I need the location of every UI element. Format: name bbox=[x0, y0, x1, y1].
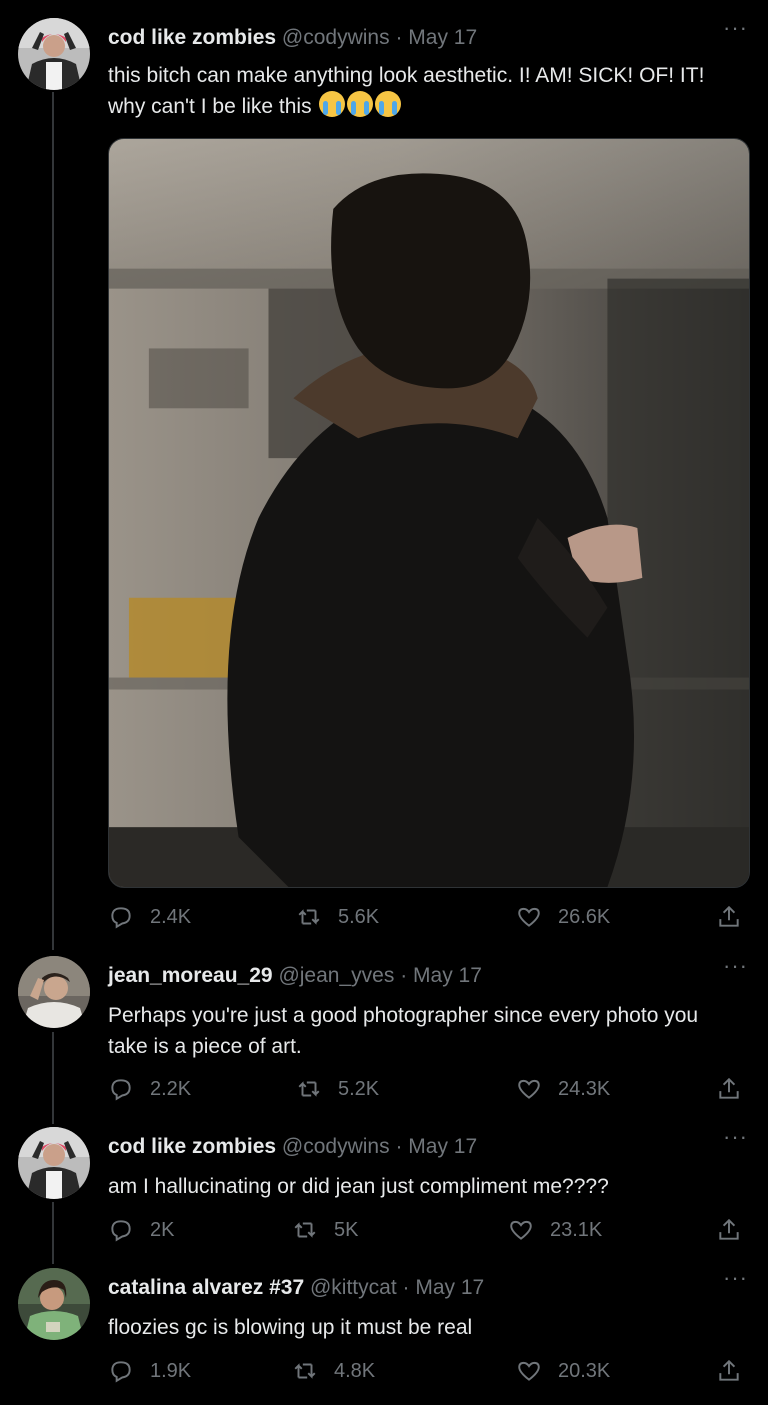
tweet-header: cod like zombies @codywins · May 17 bbox=[108, 1133, 477, 1161]
retweet-count: 5K bbox=[334, 1219, 359, 1241]
tweet-header: catalina alvarez #37 @kittycat · May 17 bbox=[108, 1274, 484, 1302]
like-count: 20.3K bbox=[558, 1360, 611, 1382]
avatar[interactable] bbox=[18, 956, 90, 1028]
user-handle[interactable]: @kittycat bbox=[310, 1276, 397, 1299]
heart-icon bbox=[518, 1361, 540, 1381]
display-name[interactable]: catalina alvarez #37 bbox=[108, 1276, 304, 1299]
emoji-icon bbox=[347, 91, 374, 117]
tweet-text-line: why can't I be like this bbox=[108, 91, 753, 122]
retweet-button[interactable]: 5K bbox=[292, 1217, 358, 1243]
user-handle[interactable]: @jean_yves bbox=[278, 964, 394, 987]
retweet-button[interactable]: 5.2K bbox=[296, 1076, 379, 1102]
tweet-text-line: am I hallucinating or did jean just comp… bbox=[108, 1175, 609, 1198]
more-options-icon[interactable]: ··· bbox=[723, 1126, 748, 1148]
heart-icon bbox=[518, 907, 540, 927]
user-handle[interactable]: @codywins bbox=[282, 26, 390, 49]
separator: · bbox=[400, 964, 408, 987]
separator: · bbox=[395, 1135, 403, 1158]
reply-count: 1.9K bbox=[150, 1360, 192, 1382]
share-icon bbox=[719, 905, 739, 927]
tweet-date[interactable]: May 17 bbox=[415, 1276, 484, 1299]
reply-button[interactable]: 2.2K bbox=[108, 1076, 191, 1102]
tweet-header: cod like zombies @codywins · May 17 bbox=[108, 24, 477, 52]
display-name[interactable]: cod like zombies bbox=[108, 26, 276, 49]
tweet-text: this bitch can make anything look aesthe… bbox=[108, 60, 753, 122]
retweet-button[interactable]: 5.6K bbox=[296, 904, 379, 930]
reply-count: 2K bbox=[150, 1219, 175, 1241]
tweet-photo[interactable] bbox=[108, 138, 750, 888]
tweet[interactable]: cod like zombies @codywins · May 17 ··· … bbox=[0, 17, 768, 944]
like-button[interactable]: 24.3K bbox=[516, 1076, 610, 1102]
more-options-icon[interactable]: ··· bbox=[723, 955, 748, 977]
tweet-actions: 2.2K 5.2K 24.3K bbox=[108, 1076, 748, 1108]
tweet[interactable]: jean_moreau_29 @jean_yves · May 17 ··· P… bbox=[0, 955, 768, 1112]
heart-icon bbox=[510, 1220, 532, 1240]
retweet-icon bbox=[298, 909, 320, 925]
tweet-text: floozies gc is blowing up it must be rea… bbox=[108, 1312, 753, 1343]
tweet-text-line: floozies gc is blowing up it must be rea… bbox=[108, 1316, 473, 1339]
display-name[interactable]: cod like zombies bbox=[108, 1135, 276, 1158]
retweet-count: 5.2K bbox=[338, 1078, 380, 1100]
reply-button[interactable]: 2.4K bbox=[108, 904, 191, 930]
like-count: 24.3K bbox=[558, 1078, 611, 1100]
tweet-actions: 2K 5K 23.1K bbox=[108, 1217, 748, 1249]
like-count: 26.6K bbox=[558, 906, 611, 928]
more-options-icon[interactable]: ··· bbox=[723, 1267, 748, 1289]
reply-icon bbox=[111, 1361, 131, 1383]
reply-button[interactable]: 1.9K bbox=[108, 1358, 191, 1384]
tweet-date[interactable]: May 17 bbox=[408, 1135, 477, 1158]
heart-icon bbox=[518, 1079, 540, 1099]
share-button[interactable] bbox=[716, 1358, 742, 1384]
tweet-text: am I hallucinating or did jean just comp… bbox=[108, 1171, 753, 1202]
share-icon bbox=[719, 1218, 739, 1240]
reply-icon bbox=[111, 1079, 131, 1101]
retweet-button[interactable]: 4.8K bbox=[292, 1358, 375, 1384]
loudly-crying-emoji bbox=[317, 91, 402, 122]
separator: · bbox=[402, 1276, 410, 1299]
emoji-icon bbox=[375, 91, 402, 117]
avatar[interactable] bbox=[18, 18, 90, 90]
share-button[interactable] bbox=[716, 1217, 742, 1243]
tweet-actions: 1.9K 4.8K 20.3K bbox=[108, 1358, 748, 1390]
tweet-text-line: take is a piece of art. bbox=[108, 1035, 302, 1058]
avatar[interactable] bbox=[18, 1268, 90, 1340]
tweet[interactable]: catalina alvarez #37 @kittycat · May 17 … bbox=[0, 1267, 768, 1394]
retweet-count: 5.6K bbox=[338, 906, 380, 928]
retweet-icon bbox=[294, 1222, 316, 1238]
tweet-date[interactable]: May 17 bbox=[408, 26, 477, 49]
share-icon bbox=[719, 1077, 739, 1099]
tweet-actions: 2.4K 5.6K 26.6K bbox=[108, 904, 748, 936]
reply-count: 2.2K bbox=[150, 1078, 192, 1100]
tweet[interactable]: cod like zombies @codywins · May 17 ··· … bbox=[0, 1126, 768, 1253]
emoji-icon bbox=[319, 91, 346, 117]
tweet-text-line: Perhaps you're just a good photographer … bbox=[108, 1004, 699, 1027]
like-count: 23.1K bbox=[550, 1219, 603, 1241]
separator: · bbox=[395, 26, 403, 49]
retweet-count: 4.8K bbox=[334, 1360, 376, 1382]
tweet-text-line: this bitch can make anything look aesthe… bbox=[108, 64, 705, 87]
share-button[interactable] bbox=[716, 1076, 742, 1102]
avatar[interactable] bbox=[18, 1127, 90, 1199]
like-button[interactable]: 23.1K bbox=[508, 1217, 602, 1243]
reply-button[interactable]: 2K bbox=[108, 1217, 174, 1243]
tweet-text: Perhaps you're just a good photographer … bbox=[108, 1000, 753, 1062]
reply-icon bbox=[111, 907, 131, 929]
reply-count: 2.4K bbox=[150, 906, 192, 928]
user-handle[interactable]: @codywins bbox=[282, 1135, 390, 1158]
retweet-icon bbox=[298, 1081, 320, 1097]
tweet-text-fragment: why can't I be like this bbox=[108, 95, 312, 118]
like-button[interactable]: 20.3K bbox=[516, 1358, 610, 1384]
like-button[interactable]: 26.6K bbox=[516, 904, 610, 930]
retweet-icon bbox=[294, 1363, 316, 1379]
tweet-header: jean_moreau_29 @jean_yves · May 17 bbox=[108, 962, 482, 990]
display-name[interactable]: jean_moreau_29 bbox=[108, 964, 273, 987]
share-button[interactable] bbox=[716, 904, 742, 930]
tweet-date[interactable]: May 17 bbox=[413, 964, 482, 987]
more-options-icon[interactable]: ··· bbox=[723, 17, 748, 39]
share-icon bbox=[719, 1359, 739, 1381]
reply-icon bbox=[111, 1220, 131, 1242]
